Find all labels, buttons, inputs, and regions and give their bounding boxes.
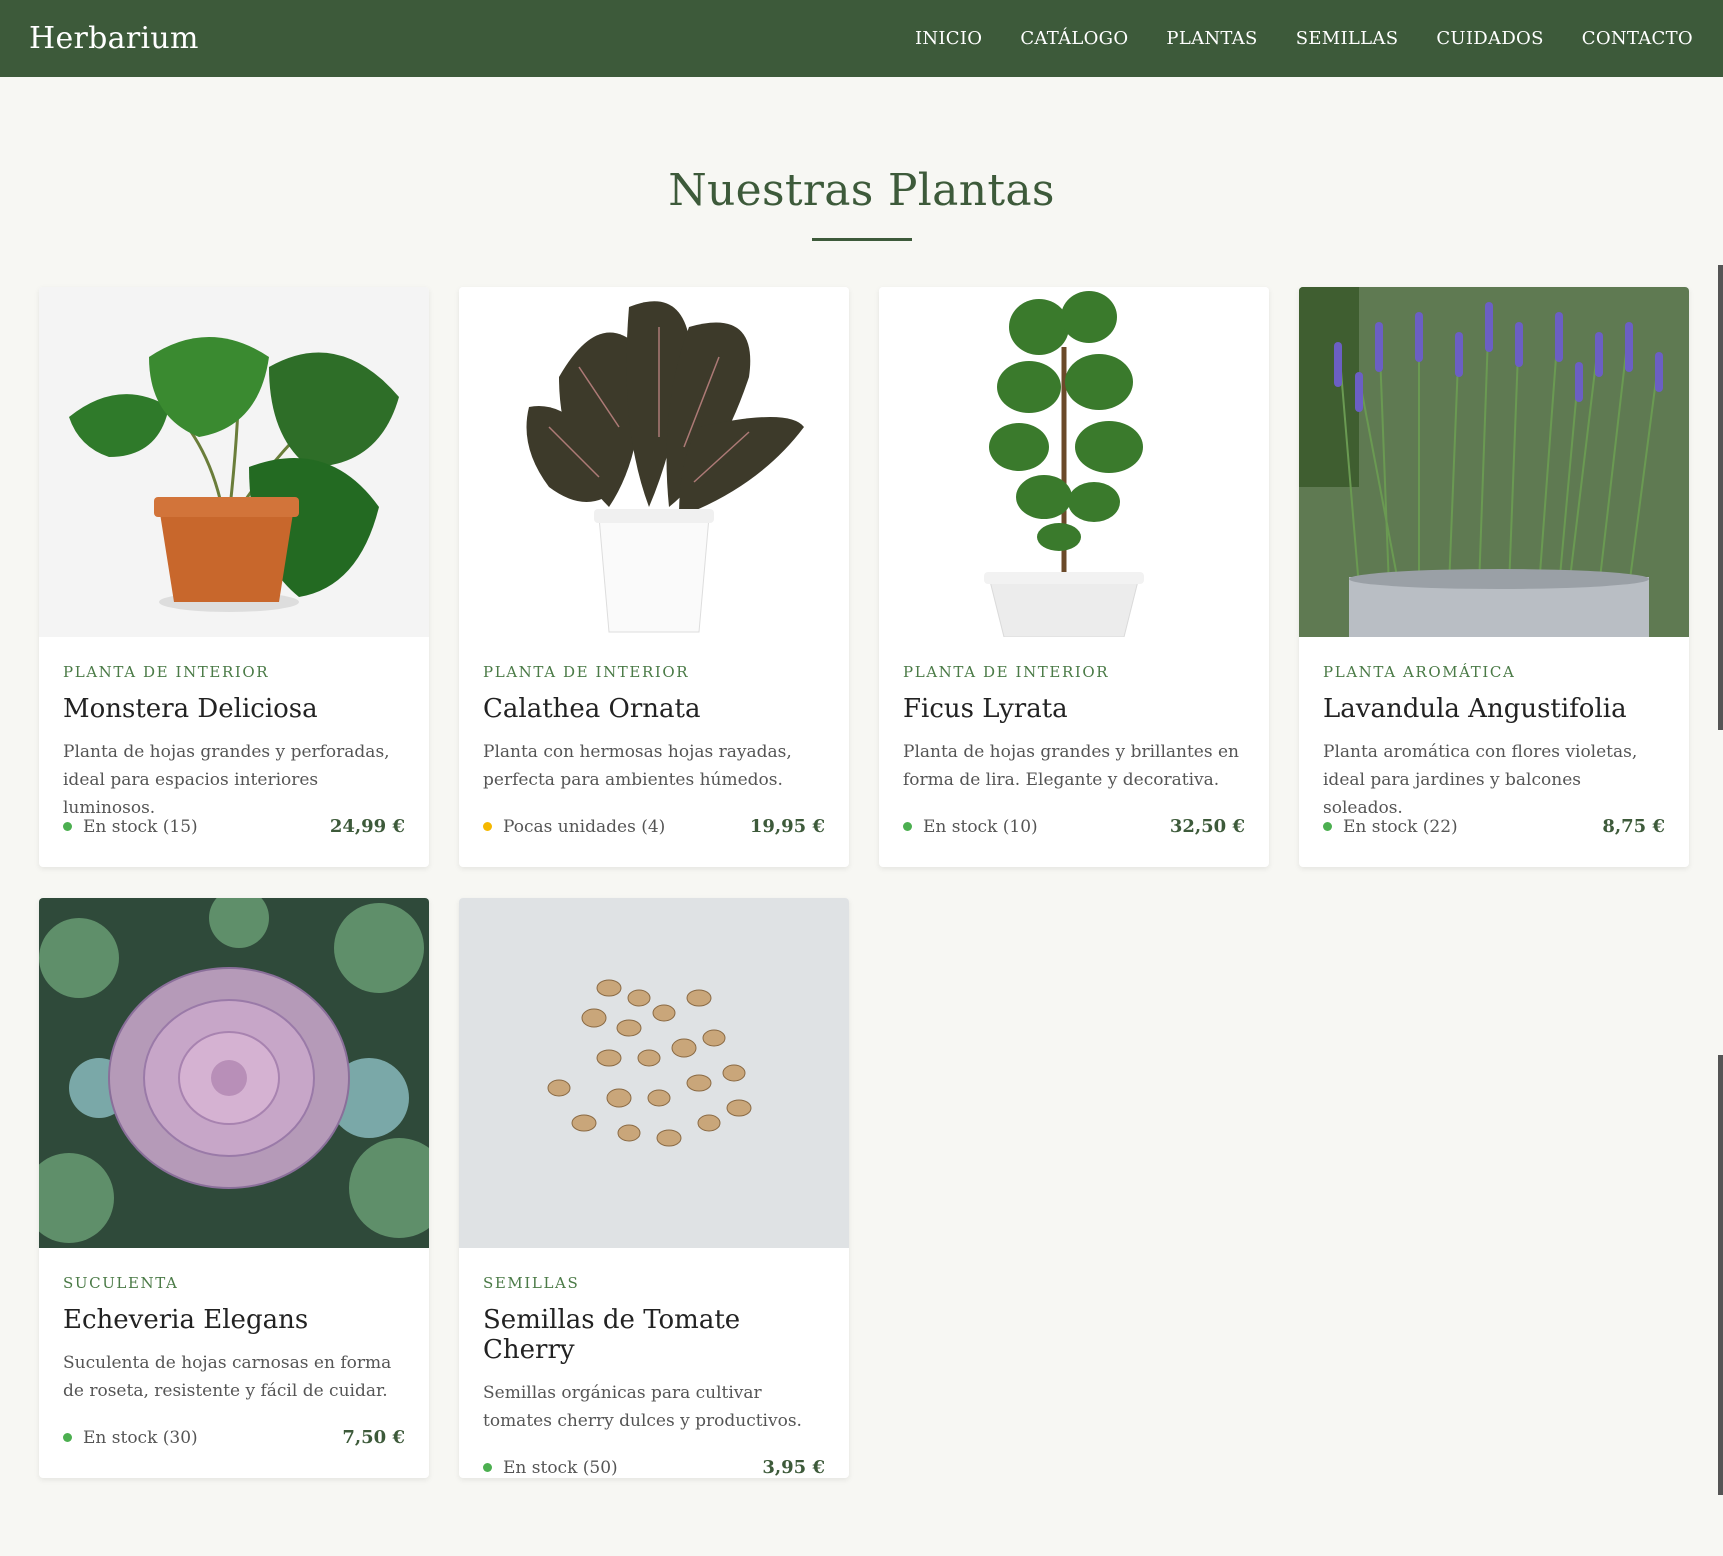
product-description: Planta aromática con flores violetas, id…	[1323, 742, 1638, 818]
card-body: PLANTA DE INTERIOR Monstera Deliciosa Pl…	[39, 637, 429, 837]
nav-plantas[interactable]: PLANTAS	[1166, 28, 1257, 49]
brand-logo[interactable]: Herbarium	[29, 21, 199, 56]
card-footer: En stock (10) 32,50 €	[903, 816, 1245, 837]
product-category: SUCULENTA	[63, 1274, 179, 1292]
page-title: Nuestras Plantas	[668, 165, 1055, 216]
product-name[interactable]: Monstera Deliciosa	[63, 694, 405, 724]
stock-label: Pocas unidades (4)	[503, 816, 666, 837]
product-name[interactable]: Echeveria Elegans	[63, 1305, 405, 1335]
product-description: Suculenta de hojas carnosas en forma de …	[63, 1353, 392, 1401]
monstera-plant-photo	[39, 287, 429, 637]
product-category: PLANTA DE INTERIOR	[903, 663, 1110, 681]
scrollbar-thumb-lower[interactable]	[1718, 1055, 1723, 1495]
nav-semillas[interactable]: SEMILLAS	[1296, 28, 1399, 49]
echeveria-succulent-photo	[39, 898, 429, 1248]
product-description: Semillas orgánicas para cultivar tomates…	[483, 1383, 802, 1431]
card-footer: En stock (50) 3,95 €	[483, 1457, 825, 1478]
product-category: PLANTA AROMÁTICA	[1323, 663, 1516, 681]
card-footer: En stock (22) 8,75 €	[1323, 816, 1665, 837]
product-category: SEMILLAS	[483, 1274, 580, 1292]
stock-dot-icon	[63, 822, 72, 831]
calathea-plant-photo	[459, 287, 849, 637]
product-description: Planta de hojas grandes y perforadas, id…	[63, 742, 390, 818]
stock-dot-icon	[903, 822, 912, 831]
title-divider	[811, 238, 912, 241]
product-card-lavandula[interactable]: PLANTA AROMÁTICA Lavandula Angustifolia …	[1299, 287, 1689, 867]
stock-dot-icon	[483, 822, 492, 831]
product-name[interactable]: Semillas de Tomate Cherry	[483, 1305, 825, 1365]
nav-inicio[interactable]: INICIO	[915, 28, 982, 49]
product-card-calathea[interactable]: PLANTA DE INTERIOR Calathea Ornata Plant…	[459, 287, 849, 867]
product-price: 3,95 €	[762, 1457, 825, 1478]
product-card-tomate-cherry[interactable]: SEMILLAS Semillas de Tomate Cherry Semil…	[459, 898, 849, 1478]
card-footer: En stock (15) 24,99 €	[63, 816, 405, 837]
stock-status: En stock (15)	[63, 817, 198, 837]
card-footer: Pocas unidades (4) 19,95 €	[483, 816, 825, 837]
ficus-plant-photo	[879, 287, 1269, 637]
product-card-ficus[interactable]: PLANTA DE INTERIOR Ficus Lyrata Planta d…	[879, 287, 1269, 867]
nav-catalogo[interactable]: CATÁLOGO	[1020, 28, 1128, 49]
card-body: PLANTA AROMÁTICA Lavandula Angustifolia …	[1299, 637, 1689, 837]
product-description: Planta con hermosas hojas rayadas, perfe…	[483, 742, 792, 790]
product-price: 8,75 €	[1602, 816, 1665, 837]
stock-dot-icon	[63, 1433, 72, 1442]
product-grid: PLANTA DE INTERIOR Monstera Deliciosa Pl…	[39, 287, 1689, 1478]
product-price: 7,50 €	[342, 1427, 405, 1448]
card-body: PLANTA DE INTERIOR Ficus Lyrata Planta d…	[879, 637, 1269, 837]
stock-label: En stock (15)	[83, 816, 198, 837]
stock-status: En stock (50)	[483, 1458, 618, 1478]
scrollbar-thumb[interactable]	[1718, 265, 1723, 730]
product-name[interactable]: Ficus Lyrata	[903, 694, 1245, 724]
stock-status: En stock (10)	[903, 817, 1038, 837]
stock-dot-icon	[483, 1463, 492, 1472]
card-footer: En stock (30) 7,50 €	[63, 1427, 405, 1448]
product-price: 32,50 €	[1169, 816, 1245, 837]
product-price: 19,95 €	[749, 816, 825, 837]
product-category: PLANTA DE INTERIOR	[63, 663, 270, 681]
main-nav: INICIO CATÁLOGO PLANTAS SEMILLAS CUIDADO…	[915, 28, 1693, 49]
nav-contacto[interactable]: CONTACTO	[1582, 28, 1693, 49]
stock-status: Pocas unidades (4)	[483, 817, 665, 837]
stock-label: En stock (50)	[503, 1457, 618, 1478]
stock-status: En stock (22)	[1323, 817, 1458, 837]
stock-label: En stock (30)	[83, 1427, 198, 1448]
stock-label: En stock (10)	[923, 816, 1038, 837]
stock-label: En stock (22)	[1343, 816, 1458, 837]
product-name[interactable]: Calathea Ornata	[483, 694, 825, 724]
card-body: SUCULENTA Echeveria Elegans Suculenta de…	[39, 1248, 429, 1448]
product-price: 24,99 €	[329, 816, 405, 837]
nav-cuidados[interactable]: CUIDADOS	[1436, 28, 1543, 49]
card-body: PLANTA DE INTERIOR Calathea Ornata Plant…	[459, 637, 849, 837]
section-header: Nuestras Plantas	[0, 77, 1723, 241]
site-header: Herbarium INICIO CATÁLOGO PLANTAS SEMILL…	[0, 0, 1723, 77]
stock-dot-icon	[1323, 822, 1332, 831]
product-card-monstera[interactable]: PLANTA DE INTERIOR Monstera Deliciosa Pl…	[39, 287, 429, 867]
product-card-echeveria[interactable]: SUCULENTA Echeveria Elegans Suculenta de…	[39, 898, 429, 1478]
card-body: SEMILLAS Semillas de Tomate Cherry Semil…	[459, 1248, 849, 1478]
product-name[interactable]: Lavandula Angustifolia	[1323, 694, 1665, 724]
lavender-plant-photo	[1299, 287, 1689, 637]
product-category: PLANTA DE INTERIOR	[483, 663, 690, 681]
stock-status: En stock (30)	[63, 1428, 198, 1448]
product-description: Planta de hojas grandes y brillantes en …	[903, 742, 1239, 790]
tomato-seeds-photo	[459, 898, 849, 1248]
